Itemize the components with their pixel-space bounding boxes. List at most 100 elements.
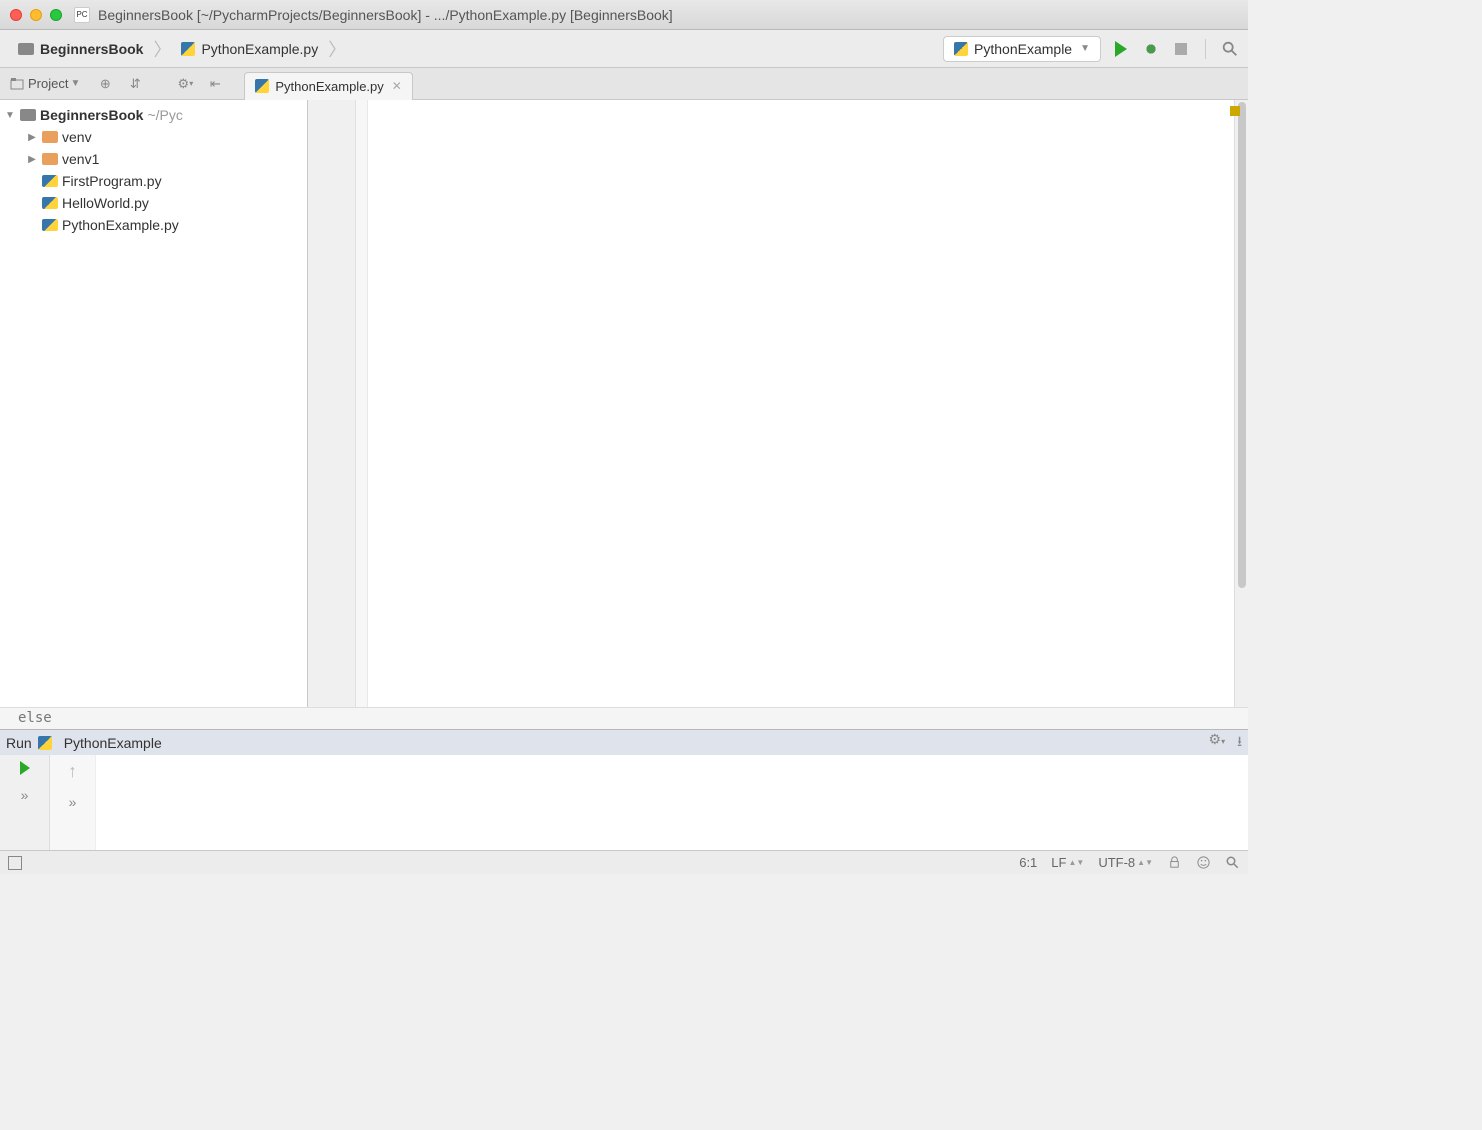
download-button[interactable]: ⭳ (1237, 731, 1242, 755)
run-panel-body: » ↑ » (0, 755, 1248, 850)
window-title: BeginnersBook [~/PycharmProjects/Beginne… (98, 7, 673, 23)
close-window-button[interactable] (10, 9, 22, 21)
tree-row[interactable]: ▼ BeginnersBook~/Pyc (0, 104, 307, 126)
tree-row[interactable]: FirstProgram.py (0, 170, 307, 192)
close-tab-button[interactable]: ✕ (392, 79, 402, 93)
debug-button[interactable] (1141, 39, 1161, 59)
tree-label: venv (62, 129, 92, 145)
tree-label: PythonExample.py (62, 217, 179, 233)
more-button[interactable]: » (69, 794, 77, 810)
project-icon (10, 77, 24, 91)
play-icon (20, 761, 30, 775)
line-number-gutter[interactable] (308, 100, 356, 707)
breadcrumb-file-label: PythonExample.py (201, 41, 318, 57)
editor-scrollbar[interactable] (1234, 100, 1248, 707)
fold-column[interactable] (356, 100, 368, 707)
tree-row[interactable]: ▶ venv (0, 126, 307, 148)
line-separator[interactable]: LF▲▼ (1051, 855, 1084, 870)
editor-tab-pythonexample[interactable]: PythonExample.py ✕ (244, 72, 412, 100)
python-file-icon (38, 736, 52, 750)
chevron-right-icon: 〉 (328, 36, 346, 62)
hide-button[interactable]: ⇤ (203, 72, 227, 96)
python-file-icon (255, 79, 269, 93)
breadcrumb-file[interactable]: PythonExample.py (171, 41, 328, 57)
breadcrumb-root[interactable]: BeginnersBook (8, 41, 153, 57)
folder-icon (42, 153, 58, 165)
run-button[interactable] (1111, 39, 1131, 59)
collapse-all-button[interactable]: ⊕ (93, 72, 117, 96)
breadcrumb-root-label: BeginnersBook (40, 41, 143, 57)
project-tree[interactable]: ▼ BeginnersBook~/Pyc ▶ venv ▶ venv1 FirstProgr… (0, 100, 308, 707)
folder-icon (20, 109, 36, 121)
separator (1205, 39, 1206, 59)
editor-context-breadcrumb[interactable]: else (0, 707, 1248, 729)
tree-label: venv1 (62, 151, 99, 167)
context-crumb-text: else (18, 710, 52, 726)
tree-row[interactable]: HelloWorld.py (0, 192, 307, 214)
toolbar: Project ▼ ⊕ ⇵ ⚙▾ ⇤ PythonExample.py ✕ (0, 68, 1248, 100)
tree-arrow-icon[interactable]: ▼ (4, 110, 16, 121)
play-icon (1115, 41, 1127, 57)
settings-button[interactable]: ⚙▾ (173, 72, 197, 96)
search-icon (1221, 40, 1239, 58)
run-toolbar-secondary: ↑ » (50, 755, 96, 850)
bug-icon (1143, 41, 1159, 57)
inspector-indicator[interactable] (1196, 855, 1211, 870)
run-panel-title: Run (6, 735, 32, 751)
caret-position[interactable]: 6:1 (1019, 855, 1037, 870)
tree-arrow-icon[interactable]: ▶ (26, 154, 38, 165)
chevron-right-icon: 〉 (153, 36, 171, 62)
search-icon (1225, 855, 1240, 870)
app-icon: PC (74, 7, 90, 23)
search-button[interactable] (1220, 39, 1240, 59)
minimize-window-button[interactable] (30, 9, 42, 21)
tool-window-quick-access[interactable] (8, 856, 22, 870)
titlebar: PC BeginnersBook [~/PycharmProjects/Begi… (0, 0, 1248, 30)
editor-tab-label: PythonExample.py (275, 79, 383, 94)
readonly-toggle[interactable] (1167, 855, 1182, 870)
rerun-button[interactable] (20, 761, 30, 775)
search-status[interactable] (1225, 855, 1240, 870)
python-file-icon (954, 42, 968, 56)
run-panel-header: Run PythonExample ⚙▾ ⭳ (0, 730, 1248, 755)
run-settings-button[interactable]: ⚙▾ (1209, 731, 1226, 755)
python-file-icon (181, 42, 195, 56)
dropdown-arrow-icon: ▼ (1080, 43, 1090, 54)
face-icon (1196, 855, 1211, 870)
tree-arrow-icon[interactable]: ▶ (26, 132, 38, 143)
run-console[interactable] (96, 755, 1248, 850)
python-file-icon (42, 175, 58, 187)
editor-content[interactable] (368, 100, 1234, 707)
dropdown-arrow-icon: ▼ (70, 78, 80, 89)
run-toolbar-left: » (0, 755, 50, 850)
tree-label: BeginnersBook (40, 107, 143, 123)
python-file-icon (42, 219, 58, 231)
expand-button[interactable]: ⇵ (123, 72, 147, 96)
tree-label: HelloWorld.py (62, 195, 149, 211)
lock-icon (1167, 855, 1182, 870)
project-tool-window-tab[interactable]: Project ▼ (0, 76, 90, 91)
scrollbar-thumb[interactable] (1238, 102, 1246, 588)
up-button[interactable]: ↑ (68, 761, 77, 782)
expand-collapse-button[interactable]: » (21, 787, 29, 803)
tree-row[interactable]: PythonExample.py (0, 214, 307, 236)
folder-icon (42, 131, 58, 143)
python-file-icon (42, 197, 58, 209)
inspection-marker[interactable] (1230, 106, 1240, 116)
file-encoding[interactable]: UTF-8▲▼ (1098, 855, 1153, 870)
tree-path-hint: ~/Pyc (147, 107, 182, 123)
run-configuration-selector[interactable]: PythonExample ▼ (943, 36, 1101, 62)
main-split: ▼ BeginnersBook~/Pyc ▶ venv ▶ venv1 FirstProgr… (0, 100, 1248, 707)
status-bar: 6:1 LF▲▼ UTF-8▲▼ (0, 850, 1248, 874)
code-editor[interactable] (308, 100, 1248, 707)
tree-label: FirstProgram.py (62, 173, 162, 189)
run-panel-script: PythonExample (64, 735, 162, 751)
zoom-window-button[interactable] (50, 9, 62, 21)
navigation-bar: BeginnersBook 〉 PythonExample.py 〉 Pytho… (0, 30, 1248, 68)
window-controls (10, 9, 62, 21)
stop-icon (1175, 43, 1187, 55)
tree-row[interactable]: ▶ venv1 (0, 148, 307, 170)
run-config-name: PythonExample (974, 41, 1072, 57)
project-label: Project (28, 76, 68, 91)
stop-button (1171, 39, 1191, 59)
